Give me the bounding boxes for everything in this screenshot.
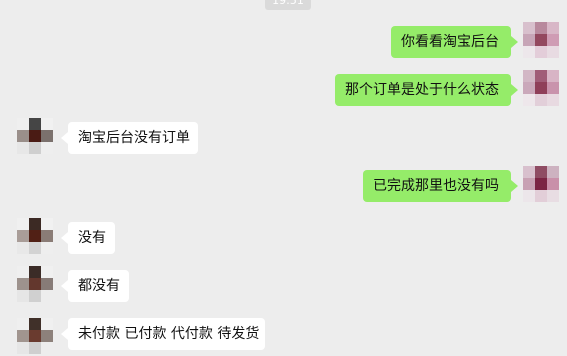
- my-avatar-icon[interactable]: [523, 70, 559, 106]
- outgoing-message-bubble[interactable]: 已完成那里也没有吗: [363, 170, 518, 202]
- incoming-message-bubble[interactable]: 淘宝后台没有订单: [61, 122, 198, 154]
- my-avatar-icon[interactable]: [523, 22, 559, 58]
- my-avatar-icon[interactable]: [523, 166, 559, 202]
- contact-avatar-icon[interactable]: [17, 218, 53, 254]
- outgoing-message-bubble[interactable]: 你看看淘宝后台: [391, 26, 518, 58]
- contact-avatar-icon[interactable]: [17, 318, 53, 354]
- outgoing-message-bubble[interactable]: 那个订单是处于什么状态: [335, 74, 518, 106]
- contact-avatar-icon[interactable]: [17, 118, 53, 154]
- contact-avatar-icon[interactable]: [17, 266, 53, 302]
- incoming-message-bubble[interactable]: 未付款 已付款 代付款 待发货: [61, 318, 265, 350]
- incoming-message-bubble[interactable]: 没有: [61, 222, 115, 254]
- message-timestamp: 19:51: [265, 0, 311, 10]
- incoming-message-bubble[interactable]: 都没有: [61, 270, 129, 302]
